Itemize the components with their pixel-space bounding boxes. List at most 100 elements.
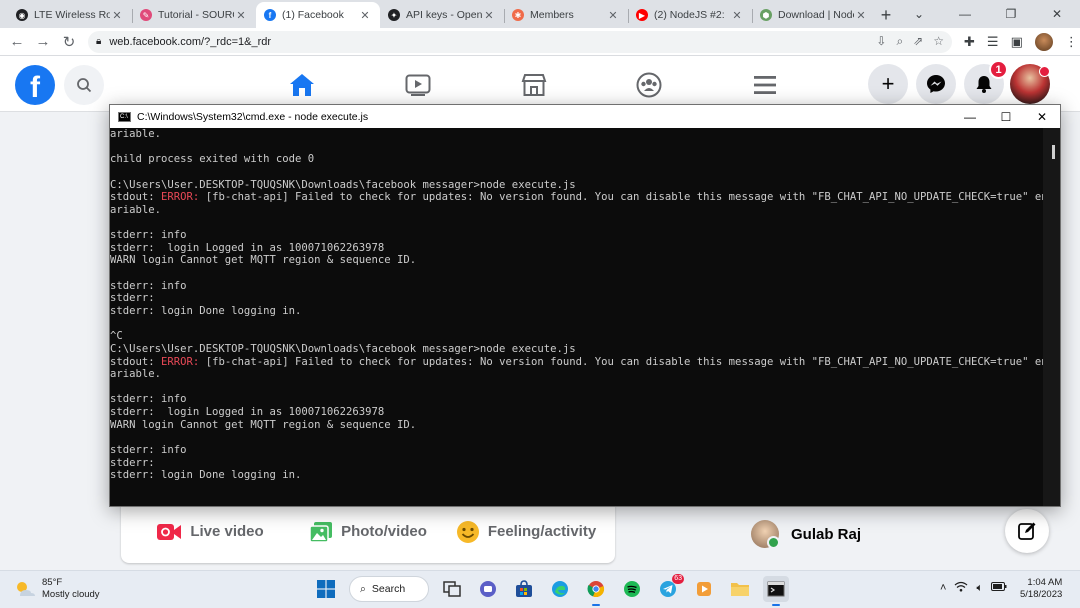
console-area[interactable]: ariable. child process exited with code 0… <box>110 128 1060 506</box>
create-button[interactable]: + <box>868 64 908 104</box>
chrome-button[interactable] <box>583 576 609 606</box>
address-bar[interactable]: 🔒︎ web.facebook.com/?_rdc=1&_rdr ⇩ ⌕ ⇗ ☆ <box>88 30 952 53</box>
weather-condition: Mostly cloudy <box>42 589 100 600</box>
compose-edit-icon <box>1018 522 1036 540</box>
scrollbar-thumb[interactable] <box>1052 145 1055 159</box>
nav-watch[interactable] <box>403 70 433 100</box>
weather-widget[interactable]: 85°F Mostly cloudy <box>14 577 100 601</box>
browser-tab[interactable]: ⬢ Download | Node ✕ <box>752 2 876 28</box>
zoom-icon[interactable]: ⌕ <box>896 34 903 49</box>
tab-close-icon[interactable]: ✕ <box>606 9 620 22</box>
cmd-title-bar[interactable]: C:\ C:\Windows\System32\cmd.exe - node e… <box>110 105 1060 128</box>
console-line: WARN login Cannot get MQTT region & sequ… <box>110 419 1060 432</box>
nav-marketplace[interactable] <box>519 70 549 100</box>
tab-close-icon[interactable]: ✕ <box>110 9 124 22</box>
reload-button[interactable]: ↻ <box>56 29 82 55</box>
console-line: stderr: info <box>110 280 1060 293</box>
contact-item[interactable]: Gulab Raj <box>751 520 861 549</box>
store-button[interactable] <box>511 576 537 602</box>
tab-title: Members <box>530 9 574 21</box>
tab-close-icon[interactable]: ✕ <box>854 9 868 22</box>
new-tab-button[interactable]: + <box>876 2 896 28</box>
nav-menu[interactable] <box>750 70 780 100</box>
tab-close-icon[interactable]: ✕ <box>730 9 744 22</box>
home-icon <box>290 74 314 96</box>
file-explorer-button[interactable] <box>727 576 753 602</box>
console-text: stderr: info <box>110 279 187 292</box>
browser-tab[interactable]: ✎ Tutorial - SOURC ✕ <box>132 2 256 28</box>
error-label: ERROR: <box>161 355 200 368</box>
extensions-puzzle-icon[interactable]: ✚ <box>964 34 975 50</box>
cmd-maximize-button[interactable]: ☐ <box>988 105 1024 128</box>
console-text: [fb-chat-api] Failed to check for update… <box>199 191 1060 204</box>
facebook-search-button[interactable] <box>64 65 104 105</box>
console-scrollbar[interactable] <box>1043 128 1060 506</box>
taskbar-search[interactable]: ⌕ Search <box>349 576 429 602</box>
console-line: stderr: login Done logging in. <box>110 469 1060 482</box>
console-line: child process exited with code 0 <box>110 153 1060 166</box>
error-label: ERROR: <box>161 191 200 204</box>
teams-chat-button[interactable] <box>475 576 501 602</box>
bookmark-star-icon[interactable]: ☆ <box>933 34 944 49</box>
menu-kebab-icon[interactable]: ⋮ <box>1065 34 1078 50</box>
photo-video-button[interactable]: Photo/video <box>289 521 447 543</box>
tab-title: LTE Wireless Rou <box>34 9 110 21</box>
contact-avatar <box>751 520 780 549</box>
browser-tab[interactable]: f (1) Facebook ✕ <box>256 2 380 28</box>
browser-tab[interactable]: ✦ API keys - Open ✕ <box>380 2 504 28</box>
terminal-taskbar-button[interactable] <box>763 576 789 606</box>
browser-tab[interactable]: ◉ LTE Wireless Rou ✕ <box>8 2 132 28</box>
clock-time: 1:04 AM <box>1027 577 1063 588</box>
battery-icon[interactable] <box>991 582 1007 594</box>
photo-icon <box>309 521 333 543</box>
window-controls: ⌄ — ❐ ✕ <box>896 0 1080 28</box>
forward-button[interactable]: → <box>30 29 56 55</box>
console-text: stderr: login Logged in as 1000710622639… <box>110 406 385 419</box>
messenger-button[interactable] <box>916 64 956 104</box>
side-panel-icon[interactable]: ▣ <box>1011 34 1023 50</box>
minimize-button[interactable]: — <box>942 0 988 28</box>
reading-list-icon[interactable]: ☰ <box>987 34 999 50</box>
volume-icon[interactable]: 🔈︎ <box>976 582 983 595</box>
chevron-down-icon[interactable]: ⌄ <box>896 0 942 28</box>
close-window-button[interactable]: ✕ <box>1034 0 1080 28</box>
telegram-button[interactable]: 63 <box>655 574 684 602</box>
edge-button[interactable] <box>547 576 573 602</box>
chevron-up-icon[interactable]: ˄ <box>940 582 946 594</box>
media-player-button[interactable] <box>691 576 717 602</box>
live-video-button[interactable]: Live video <box>131 522 289 542</box>
start-button[interactable] <box>313 576 339 602</box>
cmd-minimize-button[interactable]: — <box>952 105 988 128</box>
tab-close-icon[interactable]: ✕ <box>358 9 372 22</box>
wifi-icon[interactable] <box>954 581 968 595</box>
nav-groups[interactable] <box>634 70 664 100</box>
console-line: WARN login Cannot get MQTT region & sequ… <box>110 254 1060 267</box>
cmd-window: C:\ C:\Windows\System32\cmd.exe - node e… <box>109 104 1061 507</box>
chrome-profile-avatar[interactable] <box>1034 32 1053 51</box>
console-text: WARN login Cannot get MQTT region & sequ… <box>110 418 417 431</box>
facebook-logo[interactable]: f <box>15 65 55 105</box>
console-text: stdout: <box>110 191 162 204</box>
tab-close-icon[interactable]: ✕ <box>482 9 496 22</box>
nav-home[interactable] <box>255 70 349 112</box>
browser-tab[interactable]: ✱ Members ✕ <box>504 2 628 28</box>
feeling-activity-button[interactable]: Feeling/activity <box>447 520 605 544</box>
restore-button[interactable]: ❐ <box>988 0 1034 28</box>
search-icon: ⌕ <box>360 582 366 595</box>
cmd-close-button[interactable]: ✕ <box>1024 105 1060 128</box>
task-view-button[interactable] <box>439 576 465 602</box>
notifications-button[interactable]: 1 <box>964 60 1008 104</box>
tab-close-icon[interactable]: ✕ <box>234 9 248 22</box>
marketplace-store-icon <box>521 74 547 96</box>
clock[interactable]: 1:04 AM 5/18/2023 <box>1020 577 1062 601</box>
post-composer-actions: Live video Photo/video Feeling/activity <box>121 500 615 563</box>
profile-avatar-button[interactable] <box>1010 64 1050 104</box>
browser-tab[interactable]: ▶ (2) NodeJS #2: ✕ <box>628 2 752 28</box>
share-icon[interactable]: ⇗ <box>913 34 923 49</box>
new-message-button[interactable] <box>1005 509 1049 553</box>
install-icon[interactable]: ⇩ <box>876 34 886 49</box>
spotify-button[interactable] <box>619 576 645 602</box>
back-button[interactable]: ← <box>4 29 30 55</box>
